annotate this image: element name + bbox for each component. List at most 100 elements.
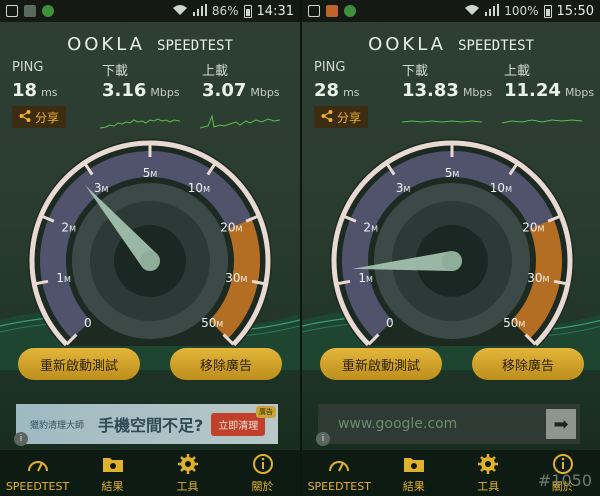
speedtest-screen-right: 100% 15:50 OOKLA SPEEDTEST PING 28 ms 下載 … [300,0,600,496]
wifi-icon [172,4,188,19]
share-label: 分享 [336,110,361,125]
restart-test-button[interactable]: 重新啟動測試 [320,348,442,380]
download-unit: Mbps [462,86,493,99]
share-button[interactable]: 分享 [314,106,368,128]
upload-sparkline-path [502,119,582,124]
upload-label: 上載 [504,64,531,79]
tab-results-label: 結果 [101,480,124,493]
info-icon [252,454,273,474]
gauge-icon [329,460,350,471]
upload-number: 11.24 [504,80,561,101]
speedtest-title: SPEEDTEST [157,38,233,54]
tab-about-label: 關於 [251,480,274,493]
ping-number: 18 [12,80,38,101]
battery-icon [543,4,552,18]
restart-test-button[interactable]: 重新啟動測試 [18,348,140,380]
upload-sparkline [200,114,280,129]
ping-number: 28 [314,80,340,101]
upload-sparkline [502,119,582,124]
share-label: 分享 [34,110,59,125]
download-sparkline [402,120,482,123]
download-sparkline [100,118,180,129]
download-label: 下載 [102,64,129,79]
clock: 15:50 [556,3,594,19]
ad-arrow-button[interactable]: ➡ [546,409,576,439]
gauge-tick-label: 0 [386,316,394,330]
download-number: 3.16 [102,80,147,101]
phone-icon [6,5,18,17]
ping-value: 18 ms [12,80,58,101]
battery-icon [243,4,252,18]
upload-sparkline-path [200,114,280,129]
gear-icon [478,454,499,474]
share-button[interactable]: 分享 [12,106,66,128]
remove-ads-button[interactable]: 移除廣告 [170,348,282,380]
ad-headline: 手機空間不足? [98,416,204,435]
ad-banner[interactable]: i www.google.com ➡ [316,404,580,446]
app-brand: OOKLA SPEEDTEST [0,34,300,55]
ad-badge: 廣告 [256,406,276,418]
tab-tools-label: 工具 [176,480,199,493]
ping-unit: ms [343,86,360,99]
tab-speedtest[interactable]: SPEEDTEST [0,450,75,496]
status-bar: 86% 14:31 [0,0,300,22]
speed-gauge: 01M2M3M5M10M20M30M50M [28,139,272,346]
share-icon [19,109,31,125]
battery-percent: 100% [504,4,539,18]
ad-url[interactable]: www.google.com [338,416,457,432]
wifi-icon [464,4,480,19]
leaf-icon [24,5,36,17]
tab-results-label: 結果 [402,480,425,493]
ping-value: 28 ms [314,80,360,101]
ad-info-icon[interactable]: i [14,432,28,446]
download-sparkline-path [402,120,482,123]
upload-unit: Mbps [564,86,595,99]
upload-label: 上載 [202,64,229,79]
shield-icon [344,5,356,17]
gauge-tick-label: 0 [84,316,92,330]
upload-value: 3.07 Mbps [202,80,280,101]
ookla-logo: OOKLA [368,34,446,55]
status-bar: 100% 15:50 [302,0,600,22]
upload-unit: Mbps [250,86,280,99]
ping-unit: ms [41,86,58,99]
upload-number: 3.07 [202,80,247,101]
tab-about[interactable]: 關於 [225,450,300,496]
tab-speedtest[interactable]: SPEEDTEST [302,450,377,496]
tab-tools-label: 工具 [477,480,500,493]
tab-tools[interactable]: 工具 [150,450,225,496]
ping-label: PING [314,60,346,75]
gauge-icon [27,460,48,471]
download-value: 13.83 Mbps [402,80,492,101]
shield-icon [42,5,54,17]
phone-icon [308,5,320,17]
tab-speedtest-label: SPEEDTEST [307,479,371,493]
ookla-logo: OOKLA [67,34,145,55]
remove-ads-button[interactable]: 移除廣告 [472,348,584,380]
folder-icon [102,458,123,472]
share-icon [321,109,333,125]
watermark: #1050 [537,471,592,490]
app-brand: OOKLA SPEEDTEST [302,34,600,55]
speedtest-title: SPEEDTEST [458,38,534,54]
gauge-needle-cap [442,251,462,271]
clock: 14:31 [256,3,294,19]
tab-bar: SPEEDTEST 結果 工具 關於 [0,450,300,496]
signal-icon [485,3,500,19]
speedtest-screen-left: 86% 14:31 OOKLA SPEEDTEST PING 18 ms 下載 3… [0,0,300,496]
gauge-needle-cap [140,251,160,271]
tab-results[interactable]: 結果 [75,450,150,496]
tab-tools[interactable]: 工具 [451,450,526,496]
ad-banner[interactable]: i 獵豹清理大師 手機空間不足? 立即清理 廣告 [14,404,278,446]
tab-results[interactable]: 結果 [377,450,452,496]
upload-value: 11.24 Mbps [504,80,594,101]
ad-info-icon[interactable]: i [316,432,330,446]
download-unit: Mbps [150,86,180,99]
folder-icon [403,458,424,472]
signal-icon [192,3,207,19]
gear-icon [177,454,198,474]
tab-speedtest-label: SPEEDTEST [5,479,70,493]
download-number: 13.83 [402,80,459,101]
ping-label: PING [12,60,44,75]
speed-gauge: 01M2M3M5M10M20M30M50M [330,139,574,346]
